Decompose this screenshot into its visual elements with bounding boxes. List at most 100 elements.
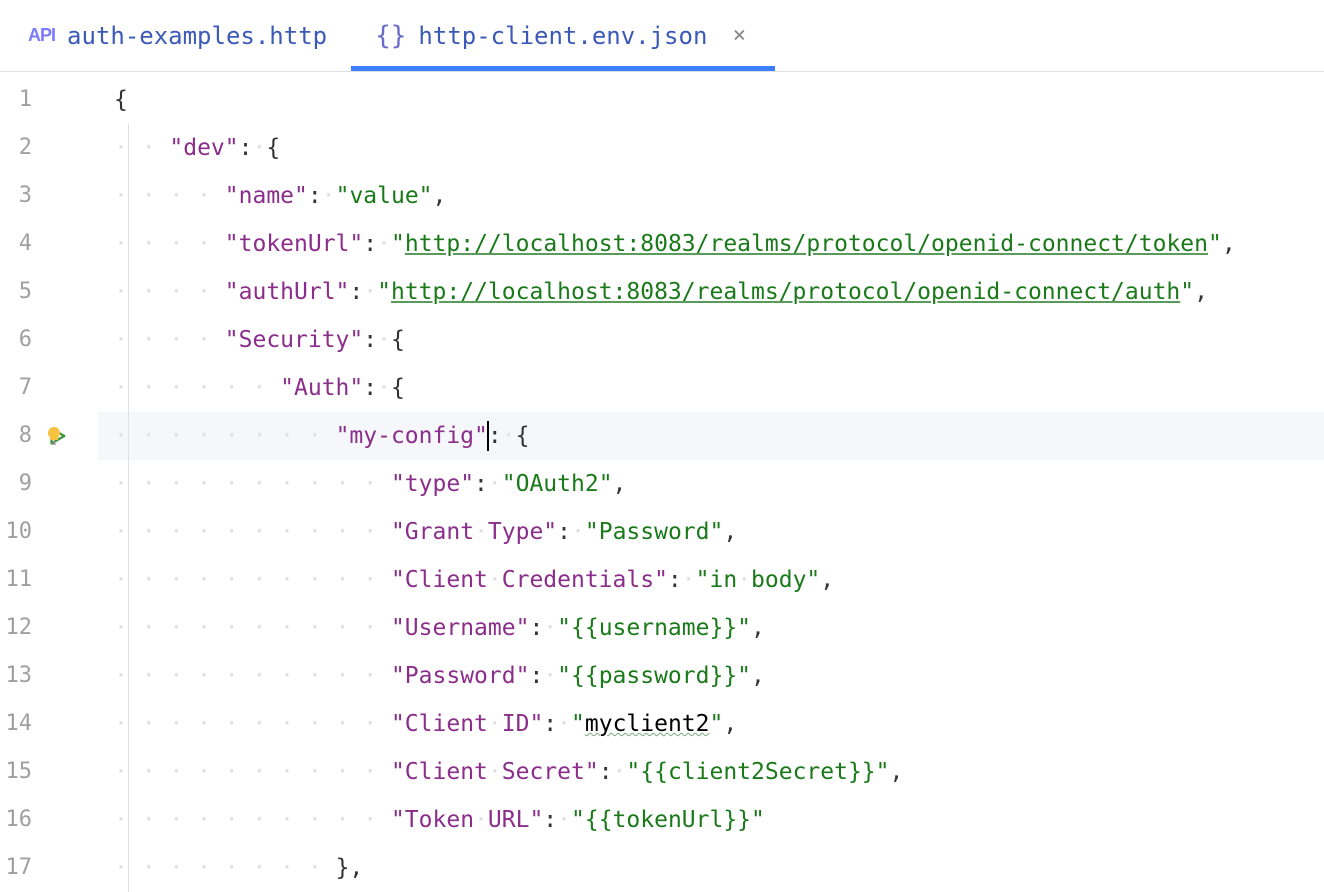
- code-line[interactable]: · · · · · · · · "my-config":·{: [98, 412, 1324, 460]
- whitespace: · · · · · · · · · ·: [114, 700, 391, 748]
- tab-label: http-client.env.json: [418, 22, 707, 50]
- gutter-line[interactable]: 9: [0, 460, 97, 508]
- code-line[interactable]: · · · · · · · · · · "Client·Credentials"…: [98, 556, 1324, 604]
- token-punct: ,: [890, 748, 904, 796]
- indent-guide: [128, 220, 129, 268]
- gutter-line[interactable]: 11: [0, 556, 97, 604]
- token-punct: :·: [529, 652, 557, 700]
- whitespace: · · · ·: [114, 172, 225, 220]
- token-str: "{{username}}": [557, 604, 751, 652]
- token-punct: :·: [543, 700, 571, 748]
- code-line[interactable]: · · · · · · · · },: [98, 844, 1324, 892]
- token-punct: ,: [433, 172, 447, 220]
- tab-http-client-env[interactable]: {} http-client.env.json ×: [351, 0, 775, 71]
- token-str: "{{client2Secret}}": [626, 748, 889, 796]
- line-number: 2: [0, 124, 40, 172]
- tab-label: auth-examples.http: [67, 22, 327, 50]
- code-editor[interactable]: 1234567891011121314151617 {· · "dev":·{·…: [0, 72, 1324, 892]
- gutter-line[interactable]: 17: [0, 844, 97, 892]
- token-punct: :·: [308, 172, 336, 220]
- gutter-line[interactable]: 13: [0, 652, 97, 700]
- token-punct: :·: [363, 220, 391, 268]
- token-punct: :·{: [363, 316, 405, 364]
- code-line[interactable]: · · · · · · · · · · "Token·URL":·"{{toke…: [98, 796, 1324, 844]
- token-punct: ,: [723, 700, 737, 748]
- indent-guide: [128, 604, 129, 652]
- token-str: "OAuth2": [502, 460, 613, 508]
- token-punct: :·: [349, 268, 377, 316]
- gutter-line[interactable]: 1: [0, 76, 97, 124]
- token-punct: :·: [529, 604, 557, 652]
- code-line[interactable]: {: [98, 76, 1324, 124]
- token-punct: },: [336, 844, 364, 892]
- code-line[interactable]: · · · · "Security":·{: [98, 316, 1324, 364]
- token-link[interactable]: http://localhost:8083/realms/protocol/op…: [405, 220, 1208, 268]
- token-punct: ,: [751, 604, 765, 652]
- whitespace: · · · · · · · · · ·: [114, 748, 391, 796]
- line-number: 13: [0, 652, 40, 700]
- token-punct: :·{: [363, 364, 405, 412]
- code-line[interactable]: · · · · "authUrl":·"http://localhost:808…: [98, 268, 1324, 316]
- code-line[interactable]: · · · · "tokenUrl":·"http://localhost:80…: [98, 220, 1324, 268]
- gutter-line[interactable]: 5: [0, 268, 97, 316]
- code-line[interactable]: · · · · · · "Auth":·{: [98, 364, 1324, 412]
- close-icon[interactable]: ×: [727, 24, 751, 48]
- whitespace: · · · ·: [114, 316, 225, 364]
- indent-guide: [128, 796, 129, 844]
- gutter-line[interactable]: 6: [0, 316, 97, 364]
- token-key: "tokenUrl": [225, 220, 363, 268]
- token-link[interactable]: http://localhost:8083/realms/protocol/op…: [391, 268, 1180, 316]
- line-number: 14: [0, 700, 40, 748]
- token-key: "type": [391, 460, 474, 508]
- token-key: "Security": [225, 316, 363, 364]
- token-punct: ,: [820, 556, 834, 604]
- token-key: "Auth": [280, 364, 363, 412]
- code-line[interactable]: · · · · · · · · · · "Client·Secret":·"{{…: [98, 748, 1324, 796]
- tab-auth-examples[interactable]: API auth-examples.http: [4, 0, 351, 71]
- token-punct: ,: [613, 460, 627, 508]
- indent-guide: [128, 700, 129, 748]
- gutter-line[interactable]: 12: [0, 604, 97, 652]
- token-str: ": [1208, 220, 1222, 268]
- token-str: ": [1180, 268, 1194, 316]
- code-line[interactable]: · · · · · · · · · · "Username":·"{{usern…: [98, 604, 1324, 652]
- gutter-line[interactable]: 15: [0, 748, 97, 796]
- token-str: "{{tokenUrl}}": [571, 796, 765, 844]
- indent-guide: [128, 172, 129, 220]
- token-str: ": [391, 220, 405, 268]
- token-punct: ,: [1194, 268, 1208, 316]
- code-line[interactable]: · · · · · · · · · · "Grant·Type":·"Passw…: [98, 508, 1324, 556]
- token-str: "{{password}}": [557, 652, 751, 700]
- token-key: "Token·URL": [391, 796, 543, 844]
- line-number: 12: [0, 604, 40, 652]
- line-number: 16: [0, 796, 40, 844]
- code-line[interactable]: · · · · "name":·"value",: [98, 172, 1324, 220]
- gutter-line[interactable]: 4: [0, 220, 97, 268]
- token-key: "my-config": [336, 412, 488, 460]
- line-number: 8: [0, 412, 40, 460]
- code-area[interactable]: {· · "dev":·{· · · · "name":·"value",· ·…: [98, 72, 1324, 892]
- gutter-line[interactable]: 7: [0, 364, 97, 412]
- code-line[interactable]: · · "dev":·{: [98, 124, 1324, 172]
- gutter-line[interactable]: 3: [0, 172, 97, 220]
- indent-guide: [128, 124, 129, 172]
- gutter-line[interactable]: 2: [0, 124, 97, 172]
- api-icon: API: [28, 25, 55, 46]
- line-number: 7: [0, 364, 40, 412]
- line-number: 6: [0, 316, 40, 364]
- line-number: 15: [0, 748, 40, 796]
- indent-guide: [128, 748, 129, 796]
- gutter-line[interactable]: 16: [0, 796, 97, 844]
- code-line[interactable]: · · · · · · · · · · "type":·"OAuth2",: [98, 460, 1324, 508]
- gutter-line[interactable]: 14: [0, 700, 97, 748]
- lightbulb-icon[interactable]: [42, 424, 66, 448]
- code-line[interactable]: · · · · · · · · · · "Client·ID":·"myclie…: [98, 700, 1324, 748]
- code-line[interactable]: · · · · · · · · · · "Password":·"{{passw…: [98, 652, 1324, 700]
- json-icon: {}: [375, 21, 406, 51]
- whitespace: · · · · · · · · · ·: [114, 796, 391, 844]
- line-number: 1: [0, 76, 40, 124]
- gutter-line[interactable]: 10: [0, 508, 97, 556]
- token-key: "name": [225, 172, 308, 220]
- indent-guide: [128, 556, 129, 604]
- whitespace: · · · · · · · · · ·: [114, 652, 391, 700]
